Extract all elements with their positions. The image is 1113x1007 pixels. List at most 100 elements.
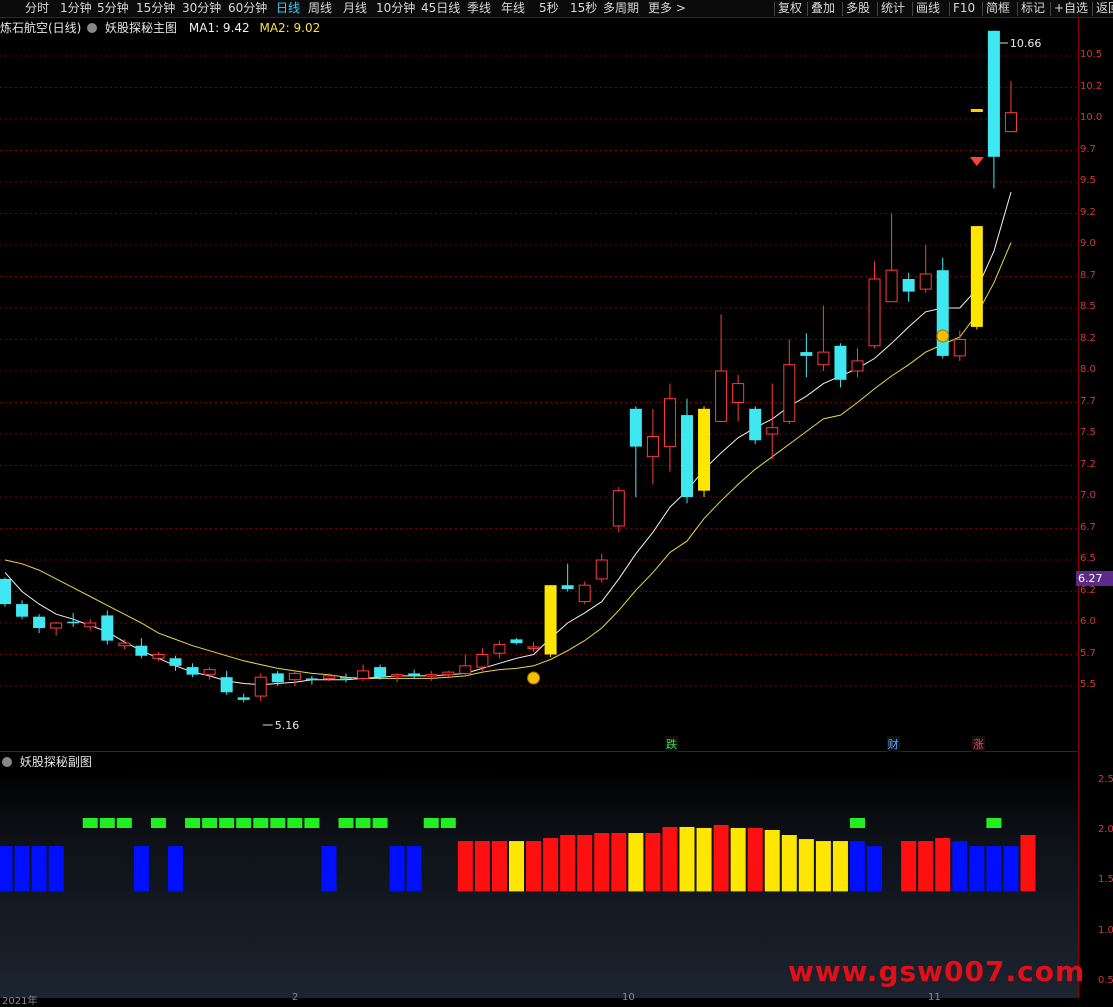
candle-body bbox=[766, 427, 779, 435]
candle-body bbox=[237, 697, 250, 700]
candle-body bbox=[629, 408, 642, 447]
sub-indicator-name[interactable]: 妖股探秘副图 bbox=[20, 755, 92, 769]
candle-body bbox=[681, 415, 693, 497]
candle-body bbox=[305, 678, 318, 680]
date-axis-label: 2021年 bbox=[2, 996, 38, 1007]
candle-body bbox=[357, 670, 370, 679]
diamond-icon bbox=[969, 157, 984, 166]
green-mark bbox=[986, 818, 1002, 828]
signal-label: 涨 bbox=[971, 736, 985, 752]
candle-body bbox=[84, 622, 97, 628]
price-tick-label: 8.0 bbox=[1080, 364, 1096, 375]
sub-bar bbox=[986, 846, 1002, 892]
signal-label: 跌 bbox=[664, 736, 678, 752]
price-tick-label: 7.2 bbox=[1080, 458, 1096, 470]
sub-bar bbox=[474, 841, 490, 892]
candle-body bbox=[493, 643, 506, 654]
sub-bar bbox=[901, 841, 917, 892]
sub-tick-label: 2.5 bbox=[1098, 773, 1113, 785]
sub-toggle-icon[interactable] bbox=[2, 756, 12, 767]
sub-panel-title: 妖股探秘副图 bbox=[0, 753, 92, 770]
sub-bar bbox=[747, 827, 763, 892]
price-tick-label: 8.2 bbox=[1080, 332, 1096, 344]
kline-chart[interactable]: 10.66 5.16 bbox=[0, 0, 1078, 1003]
sub-tick-label: 1.5 bbox=[1098, 874, 1113, 886]
candle-body bbox=[1004, 112, 1017, 133]
price-tick-label: 6.0 bbox=[1080, 616, 1096, 627]
price-tick-label: 9.0 bbox=[1080, 238, 1096, 249]
yellow-dash bbox=[970, 109, 983, 112]
green-mark bbox=[219, 818, 235, 828]
ma1-line bbox=[4, 191, 1012, 686]
candle-body bbox=[663, 398, 676, 448]
sub-bar bbox=[389, 846, 405, 892]
sub-tick-label: 2.0 bbox=[1098, 824, 1113, 835]
toolbar-separator bbox=[1092, 2, 1093, 16]
sub-bar bbox=[918, 841, 934, 892]
candle-body bbox=[50, 622, 63, 629]
price-tick-label: 9.5 bbox=[1080, 175, 1096, 186]
price-tick-label: 9.7 bbox=[1080, 143, 1096, 155]
candle-body bbox=[987, 30, 1000, 157]
green-mark bbox=[202, 818, 218, 828]
price-axis bbox=[1078, 18, 1113, 751]
sub-bar bbox=[730, 827, 746, 892]
low-label: 5.16 bbox=[275, 719, 300, 732]
candle-body bbox=[425, 674, 438, 677]
price-tick-label: 5.7 bbox=[1080, 647, 1096, 659]
green-mark bbox=[150, 818, 166, 828]
candle-body bbox=[595, 559, 608, 580]
candle-body bbox=[578, 584, 591, 603]
action-button-9[interactable]: 返回 bbox=[1096, 0, 1113, 17]
sub-bar bbox=[867, 846, 883, 892]
price-tick-label: 10.0 bbox=[1080, 112, 1103, 123]
candle-body bbox=[220, 677, 233, 693]
price-tick-label: 7.0 bbox=[1080, 490, 1096, 501]
sub-bar bbox=[1020, 835, 1036, 892]
green-mark bbox=[440, 818, 456, 828]
candle-body bbox=[33, 616, 46, 629]
sub-bar bbox=[645, 833, 661, 892]
candle-body bbox=[0, 578, 11, 605]
green-mark bbox=[82, 818, 98, 828]
sub-bar bbox=[662, 826, 678, 892]
sub-bar bbox=[526, 841, 542, 892]
candle-body bbox=[16, 604, 29, 617]
candle-body bbox=[374, 667, 387, 678]
sub-bar bbox=[952, 841, 968, 892]
candle-body bbox=[612, 490, 625, 527]
price-tick-label: 10.5 bbox=[1080, 49, 1103, 60]
green-mark bbox=[270, 818, 286, 828]
green-mark bbox=[355, 818, 371, 828]
high-label: 10.66 bbox=[1010, 37, 1042, 50]
candle-body bbox=[868, 278, 881, 347]
panel-divider bbox=[0, 751, 1078, 752]
candle-body bbox=[561, 585, 574, 589]
candle-body bbox=[527, 646, 540, 649]
candle-body bbox=[510, 639, 523, 644]
sub-bar bbox=[491, 841, 507, 892]
candle-body bbox=[783, 364, 796, 422]
sub-bar bbox=[31, 846, 47, 892]
candle-body bbox=[169, 658, 182, 666]
candle-body bbox=[391, 674, 404, 677]
sub-bar bbox=[321, 846, 337, 892]
candle-body bbox=[254, 676, 267, 697]
sub-bar bbox=[679, 826, 695, 892]
sub-bar bbox=[0, 846, 13, 892]
price-tick-label: 6.7 bbox=[1080, 521, 1096, 533]
green-mark bbox=[850, 818, 865, 828]
candle-body bbox=[271, 673, 284, 683]
candle-body bbox=[544, 585, 557, 655]
sub-bar bbox=[14, 846, 30, 892]
sub-bar bbox=[696, 827, 712, 892]
candle-body bbox=[800, 352, 813, 356]
green-mark bbox=[304, 818, 320, 828]
price-tick-label: 6.5 bbox=[1080, 553, 1096, 564]
sub-tick-label: 0.5 bbox=[1098, 975, 1113, 986]
candle-body bbox=[646, 436, 659, 458]
sub-bar bbox=[935, 838, 951, 892]
price-tick-label: 7.7 bbox=[1080, 395, 1096, 407]
price-tick-label: 9.2 bbox=[1080, 206, 1096, 218]
sub-tick-label: 1.0 bbox=[1098, 924, 1113, 936]
